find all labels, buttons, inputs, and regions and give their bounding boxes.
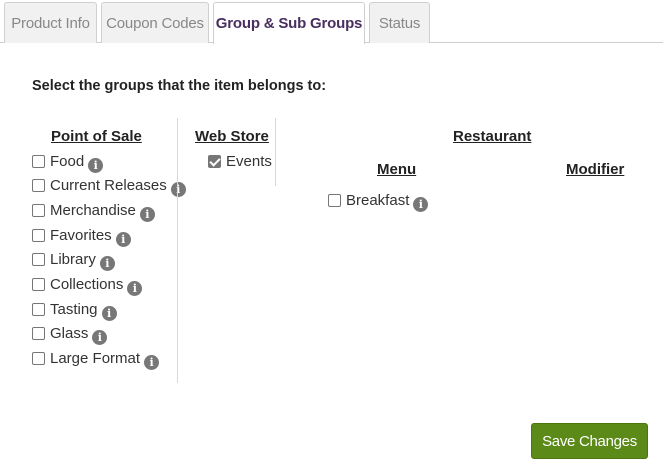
section-heading: Select the groups that the item belongs … — [32, 78, 327, 94]
webstore-column-title: Web Store — [195, 128, 269, 145]
modifier-subcolumn-title: Modifier — [566, 161, 625, 178]
info-icon[interactable]: i — [115, 231, 131, 247]
tab-status[interactable]: Status — [369, 2, 430, 43]
group-option-breakfast[interactable]: Breakfast i — [328, 190, 429, 212]
checkbox[interactable] — [208, 154, 221, 168]
info-icon[interactable]: i — [170, 182, 186, 198]
group-option-large-format[interactable]: Large Format i — [32, 349, 160, 371]
tab-product-info[interactable]: Product Info — [4, 2, 97, 43]
column-divider — [177, 118, 178, 383]
option-label: Library — [50, 251, 96, 269]
info-icon[interactable]: i — [88, 157, 104, 173]
info-icon[interactable]: i — [127, 281, 143, 296]
info-icon[interactable]: i — [139, 206, 155, 222]
pos-column-title: Point of Sale — [51, 128, 142, 145]
option-label: Merchandise — [50, 201, 136, 219]
group-option-events[interactable]: Events — [208, 151, 272, 171]
option-label: Collections — [50, 276, 124, 293]
checkbox[interactable] — [32, 352, 45, 366]
info-icon[interactable]: i — [101, 305, 117, 321]
info-icon[interactable]: i — [413, 196, 429, 212]
tab-coupon-codes[interactable]: Coupon Codes — [101, 2, 209, 43]
checkbox[interactable] — [32, 179, 45, 193]
group-option-glass[interactable]: Glass i — [32, 324, 108, 346]
option-label: Breakfast — [346, 191, 410, 209]
checkbox[interactable] — [32, 278, 45, 291]
option-label: Large Format — [50, 350, 141, 368]
info-icon[interactable]: i — [144, 355, 160, 371]
option-label: Favorites — [50, 226, 112, 244]
info-icon[interactable]: i — [99, 256, 115, 272]
option-label: Current Releases — [50, 177, 167, 195]
option-label: Food — [50, 152, 85, 170]
menu-subcolumn-title: Menu — [377, 161, 417, 178]
checkbox[interactable] — [32, 228, 45, 242]
group-option-food[interactable]: Food i — [32, 151, 104, 173]
tab-bar: Product Info Coupon Codes Group & Sub Gr… — [0, 0, 663, 44]
group-option-collections[interactable]: Collections i — [32, 275, 143, 296]
option-label: Tasting — [50, 300, 98, 318]
info-icon[interactable]: i — [92, 330, 108, 346]
group-option-tasting[interactable]: Tasting i — [32, 299, 117, 321]
checkbox[interactable] — [32, 302, 45, 316]
option-label: Glass — [50, 325, 89, 343]
restaurant-column-title: Restaurant — [453, 128, 532, 145]
column-divider — [275, 118, 276, 186]
group-option-merchandise[interactable]: Merchandise i — [32, 200, 155, 222]
checkbox[interactable] — [32, 253, 45, 267]
group-option-favorites[interactable]: Favorites i — [32, 225, 131, 247]
checkbox[interactable] — [32, 203, 45, 217]
option-label: Events — [226, 152, 272, 170]
checkbox[interactable] — [32, 327, 45, 341]
checkbox[interactable] — [32, 154, 45, 168]
group-option-library[interactable]: Library i — [32, 250, 115, 272]
save-changes-button[interactable]: Save Changes — [531, 423, 648, 459]
checkbox[interactable] — [328, 193, 341, 207]
tab-group-sub-groups[interactable]: Group & Sub Groups — [213, 2, 365, 44]
group-option-current-releases[interactable]: Current Releases i — [32, 176, 186, 198]
